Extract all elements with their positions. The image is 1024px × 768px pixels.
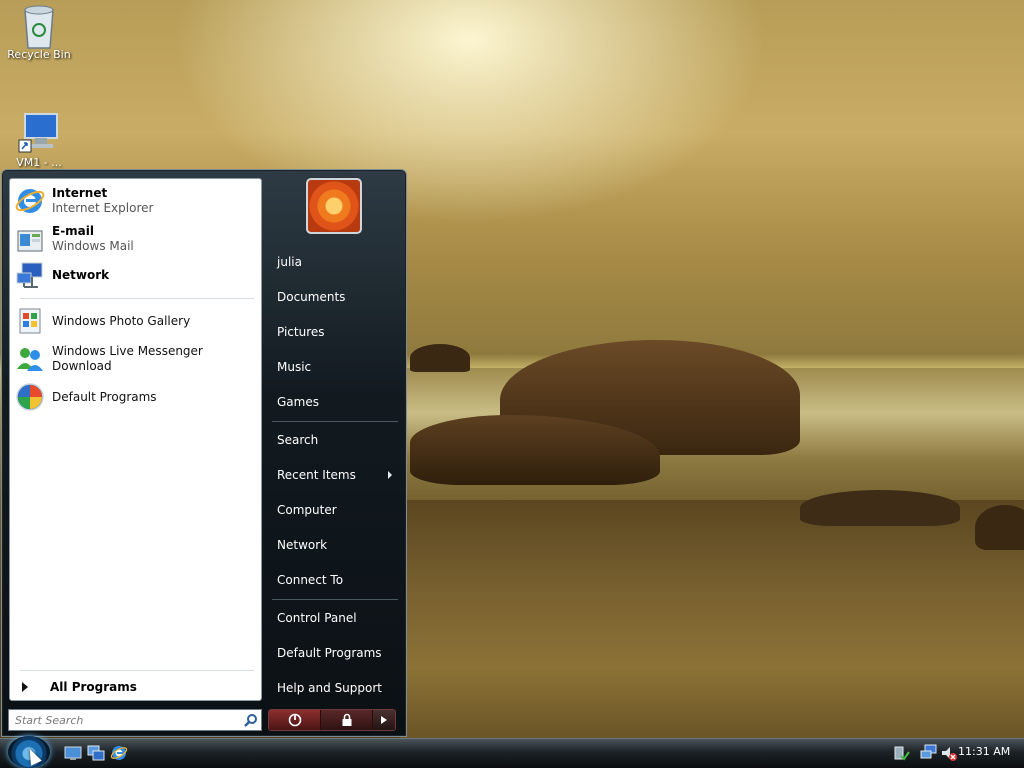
right-item-user[interactable]: julia — [270, 250, 398, 274]
right-item-label: Documents — [277, 290, 346, 304]
lock-icon — [342, 713, 351, 726]
wallpaper-rock — [975, 505, 1024, 550]
right-item-connect-to[interactable]: Connect To — [270, 568, 398, 592]
lock-button[interactable] — [321, 710, 373, 730]
right-item-recent-items[interactable]: Recent Items — [270, 463, 398, 487]
recent-item-default-programs[interactable]: Default Programs — [14, 379, 258, 415]
default-programs-icon — [14, 381, 46, 413]
right-item-network[interactable]: Network — [270, 533, 398, 557]
internet-explorer-icon — [14, 185, 46, 217]
right-item-label: Games — [277, 395, 319, 409]
right-item-help-and-support[interactable]: Help and Support — [270, 676, 398, 700]
right-item-label: Computer — [277, 503, 337, 517]
triangle-right-icon — [381, 716, 387, 724]
windows-mail-icon — [14, 223, 46, 255]
all-programs-label: All Programs — [50, 680, 137, 694]
pinned-item-title: E-mail — [52, 224, 95, 238]
user-avatar[interactable] — [306, 178, 362, 234]
desktop-icon-label: VM1 - ... — [16, 156, 62, 169]
recent-item-photo-gallery[interactable]: Windows Photo Gallery — [14, 303, 258, 339]
internet-explorer-icon[interactable] — [110, 744, 128, 762]
triangle-right-icon — [22, 682, 28, 692]
right-item-games[interactable]: Games — [270, 390, 398, 414]
desktop-icon-vm1[interactable]: VM1 - ... — [1, 110, 77, 169]
right-item-pictures[interactable]: Pictures — [270, 320, 398, 344]
desktop-icon-recycle-bin[interactable]: Recycle Bin — [1, 2, 77, 61]
power-button[interactable] — [269, 710, 321, 730]
pinned-item-network[interactable]: Network — [14, 257, 258, 293]
recent-item-label: Windows Photo Gallery — [52, 313, 191, 328]
volume-muted-icon[interactable] — [940, 741, 958, 765]
pinned-item-subtitle: Internet Explorer — [52, 201, 154, 215]
computer-shortcut-icon — [17, 110, 61, 154]
power-controls — [268, 709, 396, 731]
separator — [20, 670, 254, 671]
search-icon[interactable] — [241, 711, 261, 729]
all-programs-button[interactable]: All Programs — [18, 677, 254, 697]
desktop-icon-label: Recycle Bin — [7, 48, 71, 61]
pinned-item-email[interactable]: E-mail Windows Mail — [14, 221, 258, 257]
right-item-label: Help and Support — [277, 681, 382, 695]
recent-item-label: Default Programs — [52, 389, 157, 404]
start-menu: Internet Internet Explorer E-mail Window… — [1, 169, 407, 737]
wallpaper-sand — [400, 500, 1024, 738]
messenger-icon — [14, 343, 46, 375]
photo-gallery-icon — [14, 305, 46, 337]
right-item-label: Pictures — [277, 325, 325, 339]
safely-remove-icon[interactable] — [892, 741, 910, 765]
taskbar-clock[interactable]: 11:31 AM — [958, 745, 1010, 758]
power-icon — [288, 713, 301, 727]
shutdown-options-button[interactable] — [373, 710, 395, 730]
right-item-control-panel[interactable]: Control Panel — [270, 606, 398, 630]
right-item-label: Search — [277, 433, 319, 447]
separator — [20, 298, 254, 299]
start-search-box[interactable] — [8, 709, 262, 731]
right-item-label: Recent Items — [277, 468, 356, 482]
switch-windows-icon[interactable] — [87, 744, 105, 762]
right-item-label: julia — [277, 255, 302, 269]
start-menu-programs-pane: Internet Internet Explorer E-mail Window… — [9, 178, 262, 701]
right-item-label: Connect To — [277, 573, 344, 587]
recycle-bin-icon — [17, 2, 61, 49]
network-tray-icon[interactable] — [920, 741, 938, 765]
recent-item-messenger-download[interactable]: Windows Live Messenger Download — [14, 341, 258, 377]
right-item-music[interactable]: Music — [270, 355, 398, 379]
pinned-item-subtitle: Windows Mail — [52, 239, 134, 253]
separator — [272, 421, 398, 422]
pinned-item-title: Network — [52, 267, 110, 282]
wallpaper-rock — [410, 344, 470, 372]
start-search-input[interactable] — [9, 713, 241, 727]
right-item-computer[interactable]: Computer — [270, 498, 398, 522]
network-icon — [14, 259, 46, 291]
wallpaper-rock — [800, 490, 960, 526]
show-desktop-icon[interactable] — [64, 744, 82, 762]
submenu-arrow-icon — [388, 471, 392, 479]
right-item-default-programs[interactable]: Default Programs — [270, 641, 398, 665]
right-item-label: Default Programs — [277, 646, 382, 660]
pinned-item-internet[interactable]: Internet Internet Explorer — [14, 183, 258, 219]
right-item-search[interactable]: Search — [270, 428, 398, 452]
taskbar — [0, 738, 1024, 768]
right-item-documents[interactable]: Documents — [270, 285, 398, 309]
recent-item-label: Windows Live Messenger Download — [52, 344, 203, 373]
separator — [272, 599, 398, 600]
right-item-label: Control Panel — [277, 611, 357, 625]
pinned-item-title: Internet — [52, 186, 108, 200]
right-item-label: Network — [277, 538, 328, 552]
right-item-label: Music — [277, 360, 312, 374]
